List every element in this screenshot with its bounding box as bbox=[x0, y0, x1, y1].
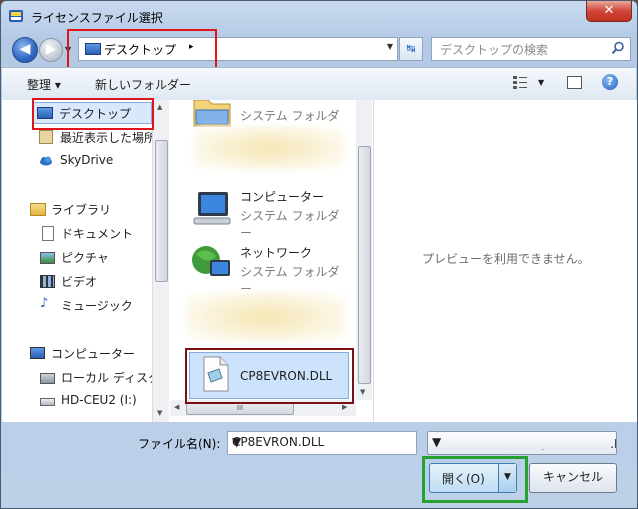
sidebar-item-label: ピクチャ bbox=[61, 251, 109, 265]
new-folder-button[interactable]: 新しいフォルダー bbox=[95, 76, 191, 93]
scroll-thumb[interactable]: III bbox=[186, 403, 294, 415]
scroll-left-icon[interactable]: ◀ bbox=[174, 403, 179, 411]
local-disk-icon bbox=[40, 373, 55, 384]
back-button[interactable]: ◀ bbox=[12, 37, 38, 63]
search-input[interactable]: デスクトップの検索 bbox=[431, 37, 631, 61]
preview-pane-icon[interactable] bbox=[567, 76, 582, 89]
blurred-item bbox=[186, 292, 346, 342]
sidebar-item-documents[interactable]: ドキュメント bbox=[38, 223, 152, 243]
chevron-down-icon[interactable]: ▼ bbox=[232, 435, 412, 449]
search-placeholder: デスクトップの検索 bbox=[440, 43, 549, 57]
view-dropdown-icon[interactable]: ▼ bbox=[538, 78, 544, 87]
command-toolbar: 整理 ▾ 新しいフォルダー ▼ ? bbox=[2, 67, 636, 101]
annotation-open-highlight bbox=[422, 456, 528, 503]
sidebar-item-local-disk[interactable]: ローカル ディスク bbox=[38, 367, 152, 387]
title-bar: ライセンスファイル選択 ✕ bbox=[1, 1, 637, 31]
scroll-down-icon[interactable]: ▼ bbox=[360, 388, 365, 396]
sidebar-item-label: ライブラリ bbox=[51, 203, 112, 217]
chevron-down-icon[interactable]: ▼ bbox=[432, 435, 611, 449]
sidebar-item-label: コンピューター bbox=[51, 347, 136, 361]
computer-icon bbox=[30, 347, 45, 359]
video-icon bbox=[40, 275, 55, 288]
sidebar-item-label: ビデオ bbox=[61, 275, 98, 289]
scroll-right-icon[interactable]: ▶ bbox=[342, 403, 347, 411]
sidebar-item-label: 最近表示した場所 bbox=[60, 131, 152, 145]
documents-icon bbox=[42, 226, 54, 241]
organize-menu[interactable]: 整理 ▾ bbox=[27, 76, 61, 93]
sidebar-item-hd-ceu2[interactable]: HD-CEU2 (I:) bbox=[38, 391, 152, 411]
file-name: ネットワーク bbox=[240, 246, 313, 260]
music-icon: ♪ bbox=[40, 296, 49, 311]
address-dropdown-icon[interactable]: ▼ bbox=[387, 42, 393, 51]
sidebar-item-libraries[interactable]: ライブラリ bbox=[26, 199, 146, 219]
annotation-desktop-highlight bbox=[32, 98, 154, 130]
list-item[interactable]: コンピューター システム フォルダー bbox=[178, 178, 348, 240]
sidebar-item-pictures[interactable]: ピクチャ bbox=[38, 247, 152, 267]
sidebar-item-recent-places[interactable]: 最近表示した場所 bbox=[32, 127, 152, 147]
close-button[interactable]: ✕ bbox=[586, 1, 632, 22]
pictures-icon bbox=[40, 252, 55, 264]
annotation-file-highlight bbox=[185, 348, 354, 404]
sidebar-item-computer[interactable]: コンピューター bbox=[26, 343, 152, 363]
scroll-down-icon[interactable]: ▼ bbox=[157, 409, 162, 417]
network-icon bbox=[192, 246, 230, 276]
cancel-button[interactable]: キャンセル bbox=[529, 463, 617, 493]
sidebar-item-videos[interactable]: ビデオ bbox=[38, 271, 152, 291]
view-options-icon[interactable] bbox=[512, 74, 528, 90]
scroll-thumb[interactable] bbox=[358, 146, 371, 384]
help-icon[interactable]: ? bbox=[602, 74, 618, 90]
sidebar-item-skydrive[interactable]: SkyDrive bbox=[32, 151, 152, 171]
sidebar-item-label: HD-CEU2 (I:) bbox=[61, 393, 137, 407]
filename-label: ファイル名(N): bbox=[138, 437, 221, 451]
preview-message: プレビューを利用できません。 bbox=[422, 252, 590, 266]
file-list-scrollbar[interactable]: ▼ bbox=[356, 100, 372, 400]
sidebar-item-label: ミュージック bbox=[61, 299, 133, 313]
forward-button[interactable]: ▶ bbox=[39, 38, 63, 62]
scroll-thumb[interactable] bbox=[155, 140, 168, 282]
window-title: ライセンスファイル選択 bbox=[31, 11, 163, 25]
computer-icon bbox=[193, 192, 231, 225]
recent-places-icon bbox=[39, 130, 53, 144]
sidebar-item-label: ドキュメント bbox=[61, 227, 134, 241]
app-icon bbox=[9, 10, 23, 22]
navigation-scrollbar[interactable]: ▲ ▼ bbox=[152, 100, 169, 422]
refresh-button[interactable]: ↹ bbox=[399, 37, 423, 61]
file-name: コンピューター bbox=[240, 190, 325, 204]
library-folder-icon bbox=[30, 203, 46, 216]
preview-pane: プレビューを利用できません。 bbox=[373, 100, 637, 422]
sidebar-item-label: SkyDrive bbox=[60, 153, 114, 167]
magnifier-icon bbox=[611, 41, 624, 55]
navigation-pane[interactable]: デスクトップ 最近表示した場所 SkyDrive ライブラリ ドキュメント ピク… bbox=[2, 100, 152, 422]
filetype-select[interactable]: ライセンスファイル(CP8EVRON.DLL) ▼ bbox=[427, 431, 617, 455]
file-dialog-window: ライセンスファイル選択 ✕ ◀ ▶ ▼ デスクトップ ▸ ▼ ↹ デスクトップの… bbox=[0, 0, 638, 509]
sidebar-item-label: ローカル ディスク bbox=[61, 371, 152, 385]
skydrive-cloud-icon bbox=[40, 156, 52, 166]
scroll-up-icon[interactable]: ▲ bbox=[157, 103, 162, 111]
sidebar-item-music[interactable]: ♪ ミュージック bbox=[38, 295, 152, 315]
annotation-address-highlight bbox=[67, 29, 217, 71]
blurred-item bbox=[194, 126, 344, 170]
filename-input[interactable]: CP8EVRON.DLL ▼ bbox=[227, 431, 417, 455]
removable-drive-icon bbox=[40, 398, 55, 406]
list-item[interactable]: ネットワーク システム フォルダー bbox=[178, 234, 348, 296]
